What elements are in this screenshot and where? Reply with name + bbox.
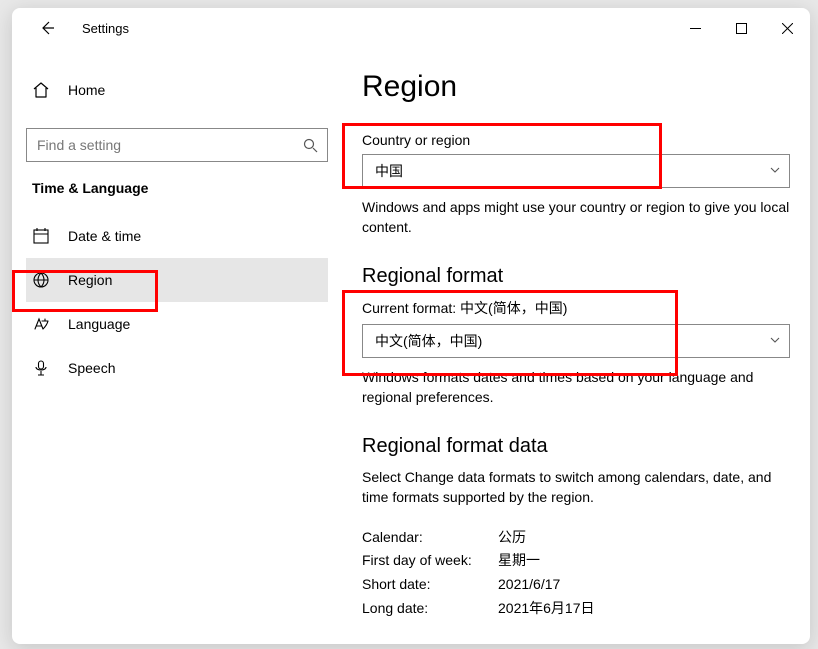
sidebar-item-speech[interactable]: Speech <box>26 346 328 390</box>
sidebar-item-region[interactable]: Region <box>26 258 328 302</box>
calendar-icon <box>32 227 68 245</box>
regional-format-value: 中文(简体，中国) <box>375 331 482 351</box>
chevron-down-icon <box>769 333 781 349</box>
home-icon <box>32 81 68 99</box>
format-data-row: Calendar: 公历 <box>362 526 790 550</box>
format-data-row: First day of week: 星期一 <box>362 549 790 573</box>
format-data-key: Short date: <box>362 573 498 597</box>
language-icon <box>32 315 68 333</box>
search-box[interactable] <box>26 128 328 162</box>
search-input[interactable] <box>27 137 293 153</box>
regional-format-heading: Regional format <box>362 265 790 288</box>
content-pane: Region Country or region 中国 Windows and … <box>342 48 810 644</box>
window-controls <box>672 12 810 44</box>
regional-format-data-desc: Select Change data formats to switch amo… <box>362 468 790 507</box>
microphone-icon <box>32 359 68 377</box>
minimize-button[interactable] <box>672 12 718 44</box>
format-data-key: Calendar: <box>362 526 498 550</box>
sidebar-item-label: Region <box>68 272 112 288</box>
close-button[interactable] <box>764 12 810 44</box>
regional-format-data-heading: Regional format data <box>362 435 790 458</box>
chevron-down-icon <box>769 163 781 179</box>
sidebar-home[interactable]: Home <box>26 68 328 112</box>
format-data-row: Long date: 2021年6月17日 <box>362 597 790 621</box>
country-region-value: 中国 <box>375 161 403 181</box>
titlebar: Settings <box>12 8 810 48</box>
sidebar-section-header: Time & Language <box>32 180 328 196</box>
sidebar-item-label: Language <box>68 316 130 332</box>
country-region-desc: Windows and apps might use your country … <box>362 198 790 237</box>
page-title: Region <box>362 70 790 104</box>
current-format-value: 中文(简体，中国) <box>460 300 567 316</box>
format-data-value: 星期一 <box>498 549 790 573</box>
sidebar-item-label: Speech <box>68 360 115 376</box>
back-button[interactable] <box>32 13 62 43</box>
format-data-key: First day of week: <box>362 549 498 573</box>
current-format-label: Current format: 中文(简体，中国) <box>362 298 790 318</box>
format-data-value: 2021/6/17 <box>498 573 790 597</box>
arrow-left-icon <box>39 20 55 36</box>
sidebar-item-label: Date & time <box>68 228 141 244</box>
current-format-prefix: Current format: <box>362 300 460 316</box>
sidebar: Home Time & Language Date & time <box>12 48 342 644</box>
country-region-label: Country or region <box>362 132 790 148</box>
format-data-value: 公历 <box>498 526 790 550</box>
minimize-icon <box>690 23 701 34</box>
search-container <box>26 128 328 162</box>
close-icon <box>782 23 793 34</box>
regional-format-desc: Windows formats dates and times based on… <box>362 368 790 407</box>
format-data-value: 2021年6月17日 <box>498 597 790 621</box>
sidebar-home-label: Home <box>68 82 105 98</box>
sidebar-item-date-time[interactable]: Date & time <box>26 214 328 258</box>
format-data-table: Calendar: 公历 First day of week: 星期一 Shor… <box>362 526 790 621</box>
maximize-icon <box>736 23 747 34</box>
country-region-dropdown[interactable]: 中国 <box>362 154 790 188</box>
settings-window: Settings Home <box>12 8 810 644</box>
window-title: Settings <box>82 21 129 36</box>
regional-format-dropdown[interactable]: 中文(简体，中国) <box>362 324 790 358</box>
maximize-button[interactable] <box>718 12 764 44</box>
globe-icon <box>32 271 68 289</box>
format-data-key: Long date: <box>362 597 498 621</box>
search-icon <box>293 138 327 153</box>
sidebar-item-language[interactable]: Language <box>26 302 328 346</box>
format-data-row: Short date: 2021/6/17 <box>362 573 790 597</box>
